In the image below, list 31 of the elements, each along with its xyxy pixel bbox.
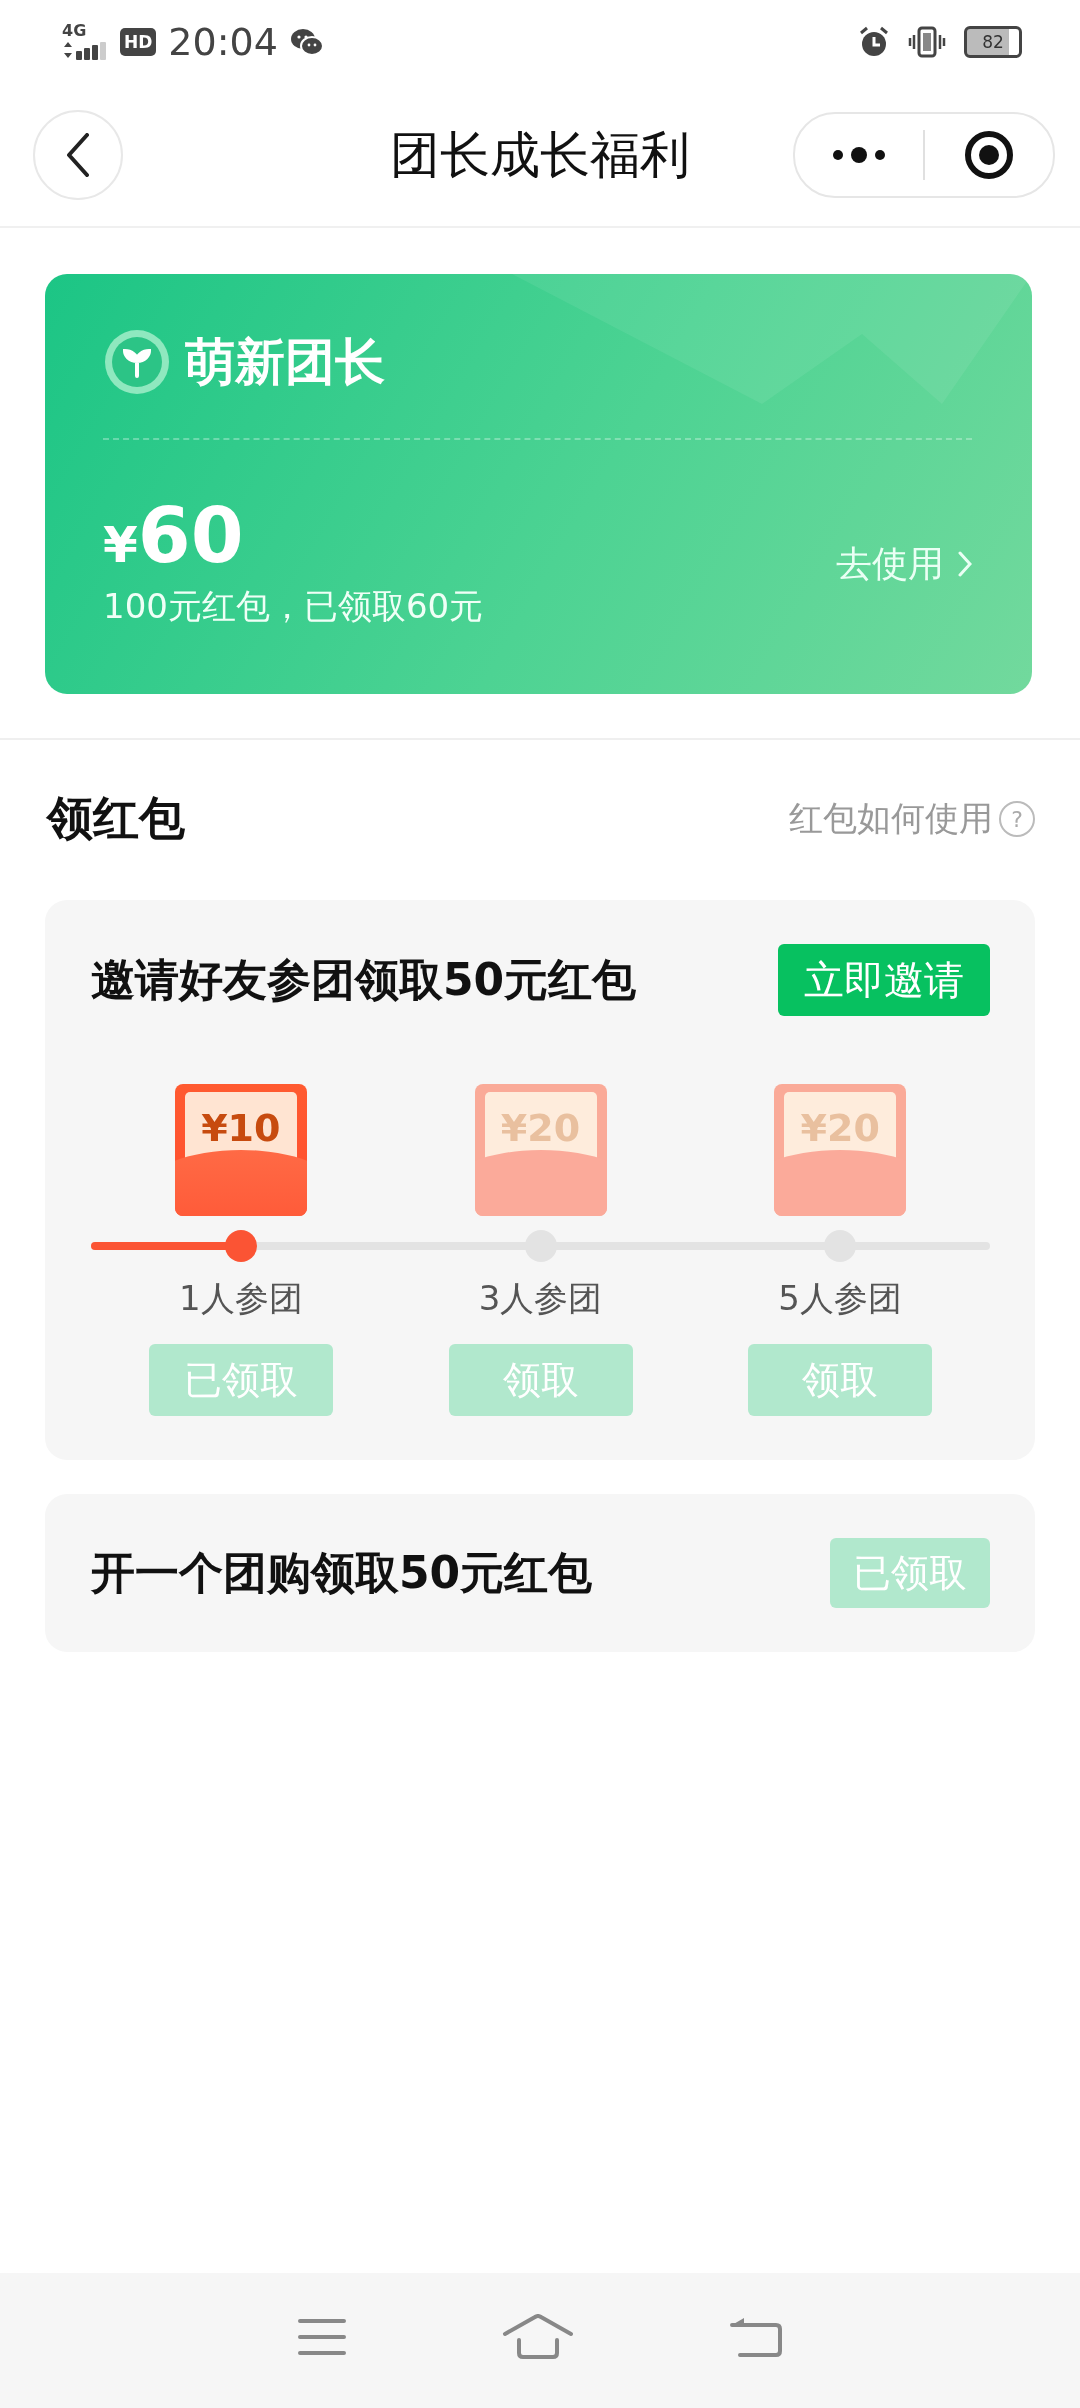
invite-button[interactable]: 立即邀请	[778, 944, 990, 1016]
help-icon: ?	[999, 801, 1035, 837]
back-icon	[66, 133, 90, 177]
level-name: 萌新团长	[185, 331, 385, 393]
envelope-amount: ¥20	[800, 1106, 880, 1150]
envelope-amount: ¥10	[201, 1106, 281, 1150]
signal-icon	[62, 39, 108, 61]
more-icon	[831, 145, 887, 165]
envelope-amount: ¥20	[500, 1106, 581, 1150]
use-link[interactable]: 去使用	[836, 539, 972, 589]
tier-label: 5人参团	[778, 1277, 902, 1320]
help-link[interactable]: 红包如何使用 ?	[789, 796, 1035, 842]
home-icon	[502, 2313, 574, 2360]
section-title: 领红包	[47, 790, 185, 847]
tier-label: 3人参团	[478, 1277, 603, 1320]
clock-time: 20:04	[168, 20, 278, 64]
network-type: 4G	[62, 23, 87, 39]
page-title: 团长成长福利	[390, 124, 690, 186]
tier-label: 1人参团	[179, 1277, 303, 1320]
balance-summary: 100元红包，已领取60元	[103, 585, 484, 628]
sprout-badge-icon	[103, 328, 171, 396]
chevron-right-icon	[958, 551, 972, 577]
target-icon	[963, 129, 1015, 181]
alarm-icon	[858, 26, 890, 58]
balance-amount: ¥60	[103, 498, 245, 574]
task-title: 邀请好友参团领取50元红包	[91, 952, 637, 1007]
hd-badge: HD	[120, 28, 157, 56]
vibrate-icon	[908, 26, 946, 58]
battery-level: 82	[982, 32, 1004, 52]
task-title: 开一个团购领取50元红包	[91, 1545, 593, 1600]
chat-bubbles-icon	[289, 27, 324, 57]
